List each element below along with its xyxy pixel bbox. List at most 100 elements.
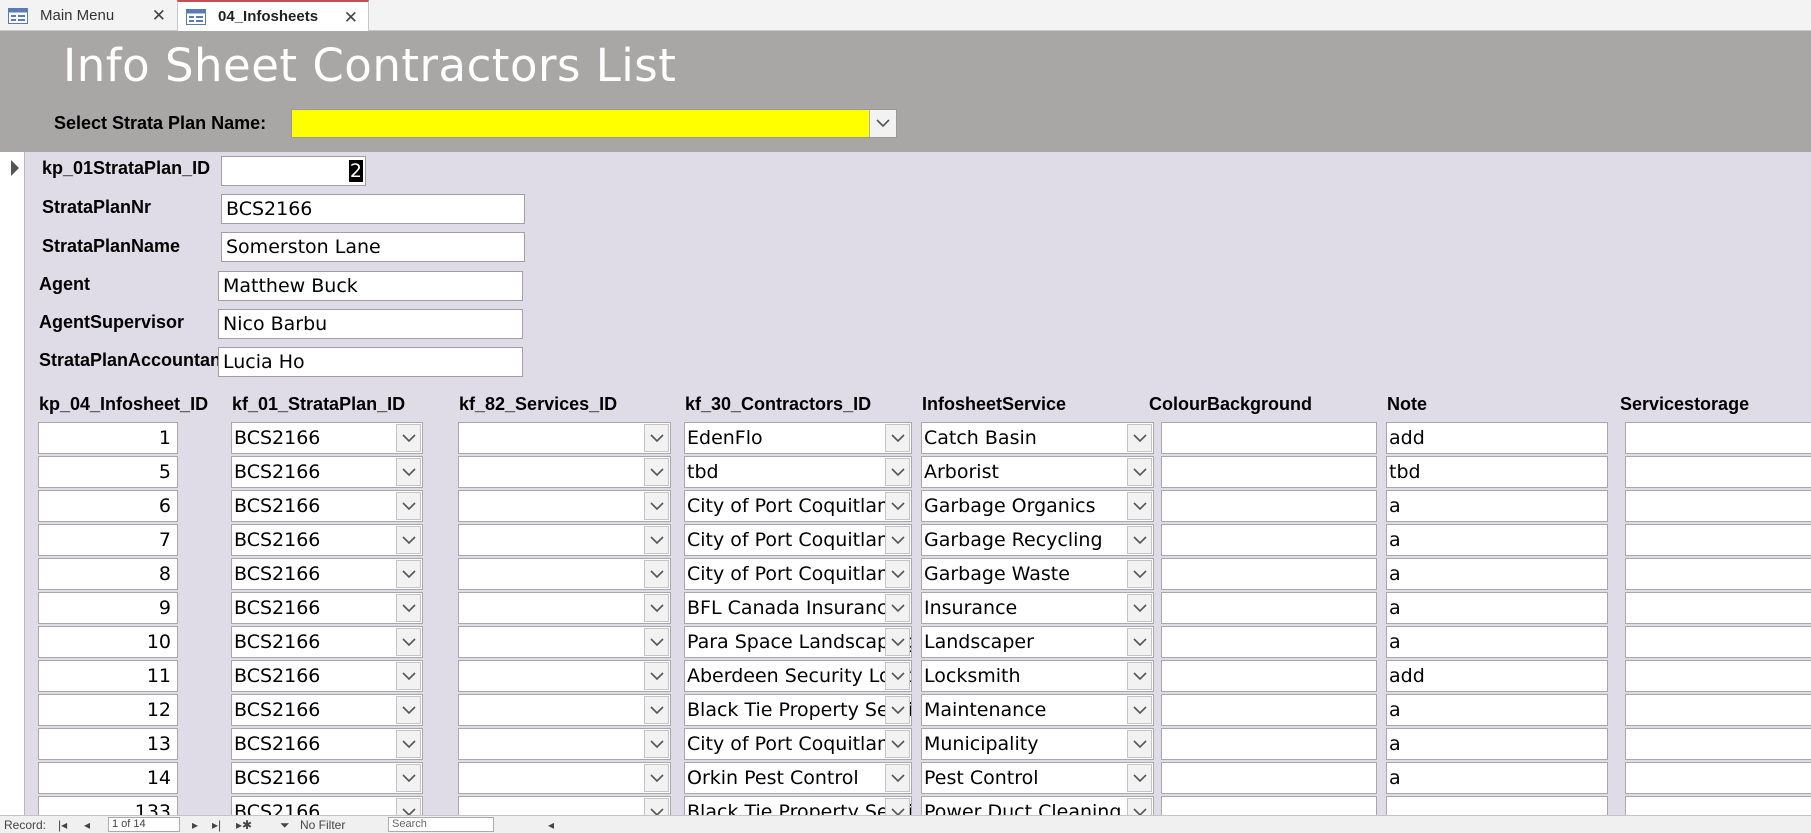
services-id-combo[interactable] xyxy=(458,694,671,726)
last-record-icon[interactable]: ▸| xyxy=(212,818,221,832)
dropdown-button[interactable] xyxy=(885,696,910,724)
dropdown-button[interactable] xyxy=(396,560,421,588)
infosheet-id-cell[interactable]: 5 xyxy=(38,456,178,488)
servicestorage-cell[interactable] xyxy=(1625,456,1811,488)
servicestorage-cell[interactable] xyxy=(1625,558,1811,590)
first-record-icon[interactable]: |◂ xyxy=(58,818,67,832)
servicestorage-cell[interactable] xyxy=(1625,422,1811,454)
dropdown-button[interactable] xyxy=(644,458,669,486)
note-cell[interactable]: add xyxy=(1386,660,1608,692)
next-record-icon[interactable]: ▸ xyxy=(192,818,198,832)
dropdown-button[interactable] xyxy=(644,492,669,520)
tab-main-menu[interactable]: Main Menu ✕ xyxy=(0,0,176,31)
dropdown-button[interactable] xyxy=(396,492,421,520)
dropdown-button[interactable] xyxy=(396,764,421,792)
colour-background-cell[interactable] xyxy=(1161,626,1377,658)
note-cell[interactable]: a xyxy=(1386,592,1608,624)
servicestorage-cell[interactable] xyxy=(1625,694,1811,726)
scroll-left-icon[interactable]: ◂ xyxy=(548,818,554,832)
servicestorage-cell[interactable] xyxy=(1625,660,1811,692)
colour-background-cell[interactable] xyxy=(1161,592,1377,624)
strataplan-id-combo[interactable]: BCS2166 xyxy=(231,626,423,658)
dropdown-button[interactable] xyxy=(885,798,910,815)
contractors-id-combo[interactable]: Black Tie Property Services xyxy=(684,796,912,815)
infosheet-service-combo[interactable]: Power Duct Cleaning xyxy=(921,796,1154,815)
infosheet-service-combo[interactable]: Maintenance xyxy=(921,694,1154,726)
servicestorage-cell[interactable] xyxy=(1625,762,1811,794)
contractors-id-combo[interactable]: City of Port Coquitlam xyxy=(684,524,912,556)
colour-background-cell[interactable] xyxy=(1161,490,1377,522)
infosheet-service-combo[interactable]: Insurance xyxy=(921,592,1154,624)
services-id-combo[interactable] xyxy=(458,592,671,624)
infosheet-id-cell[interactable]: 133 xyxy=(38,796,178,815)
dropdown-button[interactable] xyxy=(396,798,421,815)
servicestorage-cell[interactable] xyxy=(1625,626,1811,658)
contractors-id-combo[interactable]: Black Tie Property Services xyxy=(684,694,912,726)
colour-background-cell[interactable] xyxy=(1161,660,1377,692)
dropdown-button[interactable] xyxy=(1127,492,1152,520)
strataplan-id-combo[interactable]: BCS2166 xyxy=(231,524,423,556)
close-icon[interactable]: ✕ xyxy=(152,6,166,26)
dropdown-button[interactable] xyxy=(644,696,669,724)
infosheet-service-combo[interactable]: Catch Basin xyxy=(921,422,1154,454)
strataplan-nr-field[interactable]: BCS2166 xyxy=(221,194,525,224)
note-cell[interactable]: add xyxy=(1386,422,1608,454)
services-id-combo[interactable] xyxy=(458,660,671,692)
strataplan-id-combo[interactable]: BCS2166 xyxy=(231,456,423,488)
services-id-combo[interactable] xyxy=(458,762,671,794)
infosheet-service-combo[interactable]: Locksmith xyxy=(921,660,1154,692)
services-id-combo[interactable] xyxy=(458,728,671,760)
dropdown-button[interactable] xyxy=(1127,764,1152,792)
services-id-combo[interactable] xyxy=(458,490,671,522)
strata-plan-select[interactable] xyxy=(291,109,897,138)
contractors-id-combo[interactable]: BFL Canada Insurance xyxy=(684,592,912,624)
strataplan-id-combo[interactable]: BCS2166 xyxy=(231,694,423,726)
colour-background-cell[interactable] xyxy=(1161,422,1377,454)
agent-field[interactable]: Matthew Buck xyxy=(218,271,523,301)
dropdown-button[interactable] xyxy=(396,730,421,758)
infosheet-id-cell[interactable]: 1 xyxy=(38,422,178,454)
dropdown-button[interactable] xyxy=(396,696,421,724)
infosheet-service-combo[interactable]: Garbage Organics xyxy=(921,490,1154,522)
dropdown-button[interactable] xyxy=(644,628,669,656)
infosheet-service-combo[interactable]: Municipality xyxy=(921,728,1154,760)
search-input[interactable]: Search xyxy=(388,817,494,832)
servicestorage-cell[interactable] xyxy=(1625,592,1811,624)
strataplan-id-combo[interactable]: BCS2166 xyxy=(231,762,423,794)
infosheet-service-combo[interactable]: Pest Control xyxy=(921,762,1154,794)
previous-record-icon[interactable]: ◂ xyxy=(84,818,90,832)
strataplan-id-combo[interactable]: BCS2166 xyxy=(231,728,423,760)
colour-background-cell[interactable] xyxy=(1161,456,1377,488)
infosheet-id-cell[interactable]: 8 xyxy=(38,558,178,590)
dropdown-button[interactable] xyxy=(396,526,421,554)
dropdown-button[interactable] xyxy=(644,594,669,622)
dropdown-button[interactable] xyxy=(1127,526,1152,554)
infosheet-id-cell[interactable]: 7 xyxy=(38,524,178,556)
note-cell[interactable]: tbd xyxy=(1386,456,1608,488)
services-id-combo[interactable] xyxy=(458,558,671,590)
infosheet-service-combo[interactable]: Arborist xyxy=(921,456,1154,488)
dropdown-button[interactable] xyxy=(885,492,910,520)
dropdown-button[interactable] xyxy=(396,628,421,656)
note-cell[interactable]: a xyxy=(1386,524,1608,556)
strataplan-id-combo[interactable]: BCS2166 xyxy=(231,592,423,624)
strataplan-accountant-field[interactable]: Lucia Ho xyxy=(218,347,523,377)
dropdown-button[interactable] xyxy=(644,662,669,690)
infosheet-service-combo[interactable]: Landscaper xyxy=(921,626,1154,658)
contractors-id-combo[interactable]: Para Space Landscaping xyxy=(684,626,912,658)
contractors-id-combo[interactable]: Aberdeen Security Locksmith xyxy=(684,660,912,692)
infosheet-id-cell[interactable]: 12 xyxy=(38,694,178,726)
services-id-combo[interactable] xyxy=(458,456,671,488)
dropdown-button[interactable] xyxy=(885,560,910,588)
dropdown-button[interactable] xyxy=(396,458,421,486)
colour-background-cell[interactable] xyxy=(1161,524,1377,556)
infosheet-id-cell[interactable]: 6 xyxy=(38,490,178,522)
strataplan-id-field[interactable]: 2 xyxy=(221,156,366,186)
strataplan-id-combo[interactable]: BCS2166 xyxy=(231,660,423,692)
servicestorage-cell[interactable] xyxy=(1625,524,1811,556)
note-cell[interactable]: a xyxy=(1386,490,1608,522)
close-icon[interactable]: ✕ xyxy=(344,8,358,28)
contractors-id-combo[interactable]: City of Port Coquitlam xyxy=(684,558,912,590)
dropdown-button[interactable] xyxy=(644,526,669,554)
services-id-combo[interactable] xyxy=(458,524,671,556)
